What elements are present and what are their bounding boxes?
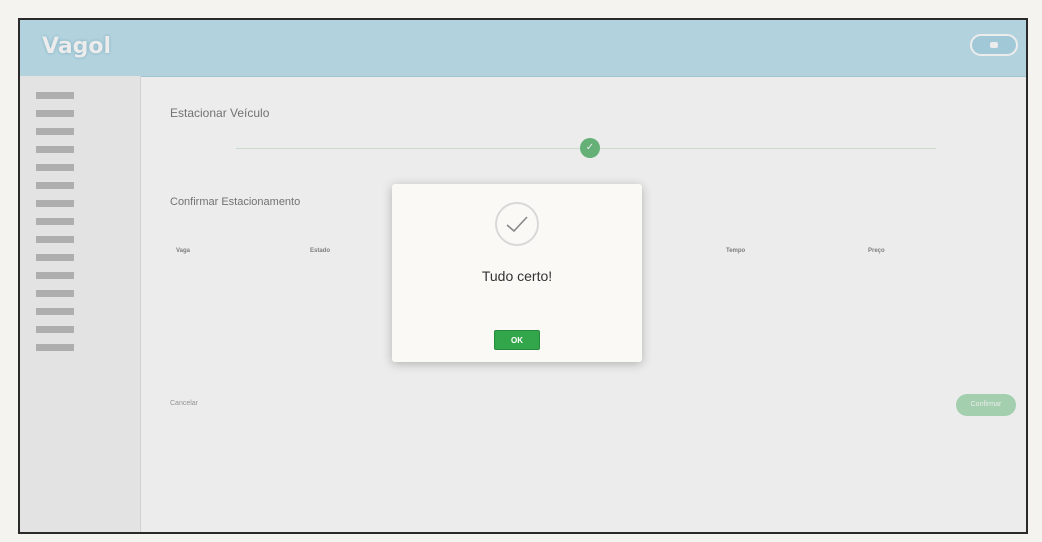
check-icon <box>495 202 539 246</box>
dialog-title: Tudo certo! <box>481 268 553 284</box>
app-window: Vagol Estacionar Veículo ✓ Confirmar Est… <box>18 18 1028 534</box>
ok-button[interactable]: OK <box>494 330 540 350</box>
success-dialog: Tudo certo! OK <box>392 184 642 362</box>
